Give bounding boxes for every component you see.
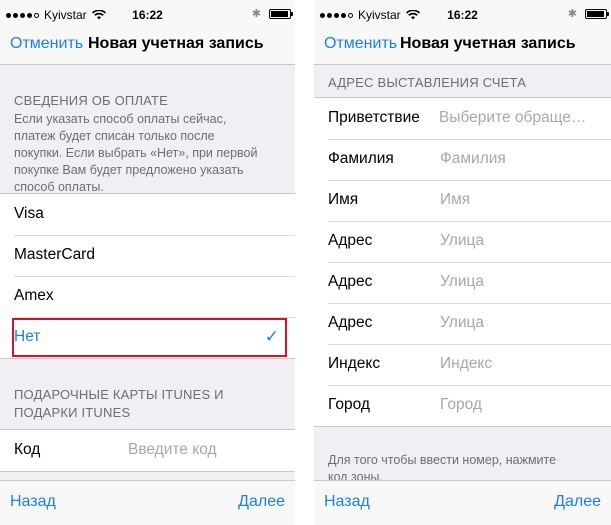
street-input[interactable]: Улица xyxy=(440,273,484,291)
next-button[interactable]: Далее xyxy=(554,493,601,511)
payment-section-header: СВЕДЕНИЯ ОБ ОПЛАТЕ xyxy=(14,93,169,108)
status-right: ✱ xyxy=(251,7,293,20)
navigation-bar: Отменить Новая учетная запись xyxy=(314,26,611,65)
description-line: платеж будет списан только после xyxy=(14,129,215,143)
code-row[interactable]: Код Введите код xyxy=(0,430,295,471)
status-bar: Kyivstar 16:22 ✱ xyxy=(314,0,611,26)
status-time: 16:22 xyxy=(132,8,163,22)
field-city[interactable]: Город Город xyxy=(314,385,611,426)
option-label: Amex xyxy=(14,287,54,304)
cancel-button[interactable]: Отменить xyxy=(324,35,397,53)
code-input[interactable]: Введите код xyxy=(128,441,217,459)
billing-fields-list: Приветствие Выберите обраще… Фамилия Фам… xyxy=(314,97,611,427)
field-label: Адрес xyxy=(328,314,373,331)
field-label: Приветствие xyxy=(328,109,420,126)
bluetooth-icon: ✱ xyxy=(567,8,577,20)
cancel-button[interactable]: Отменить xyxy=(10,35,83,53)
payment-option-visa[interactable]: Visa xyxy=(0,194,295,235)
left-phone-screen: Kyivstar 16:22 ✱ Отменить Новая учетная … xyxy=(0,0,295,525)
field-address-3[interactable]: Адрес Улица xyxy=(314,303,611,344)
battery-icon xyxy=(269,8,293,19)
first-name-input[interactable]: Имя xyxy=(440,191,470,209)
option-label: Нет xyxy=(14,328,41,345)
field-label: Фамилия xyxy=(328,150,394,167)
field-label: Индекс xyxy=(328,355,381,372)
option-label: Visa xyxy=(14,205,44,222)
last-name-input[interactable]: Фамилия xyxy=(440,150,506,168)
back-button[interactable]: Назад xyxy=(10,493,56,511)
description-line: покупки. Если выбрать «Нет», при первой xyxy=(14,146,258,160)
description-line: Если указать способ оплаты сейчас, xyxy=(14,112,227,126)
bluetooth-icon: ✱ xyxy=(251,8,261,20)
field-first-name[interactable]: Имя Имя xyxy=(314,180,611,221)
gift-section-header: ПОДАРОЧНЫЕ КАРТЫ ITUNES И ПОДАРКИ ITUNES xyxy=(14,386,285,422)
option-label: MasterCard xyxy=(14,246,95,263)
field-label: Город xyxy=(328,396,370,413)
bottom-toolbar: Назад Далее xyxy=(0,480,295,525)
status-bar: Kyivstar 16:22 ✱ xyxy=(0,0,295,26)
page-title: Новая учетная запись xyxy=(400,35,576,52)
status-right: ✱ xyxy=(567,7,609,20)
page-title: Новая учетная запись xyxy=(88,35,264,52)
hint-line: Для того чтобы ввести номер, нажмите xyxy=(328,453,557,467)
gift-code-group: Код Введите код xyxy=(0,429,295,472)
street-input[interactable]: Улица xyxy=(440,232,484,250)
field-address-2[interactable]: Адрес Улица xyxy=(314,262,611,303)
payment-options-list: Visa MasterCard Amex Нет ✓ xyxy=(0,193,295,359)
payment-option-mastercard[interactable]: MasterCard xyxy=(0,235,295,276)
highlight-box xyxy=(12,318,287,357)
field-salutation[interactable]: Приветствие Выберите обраще… xyxy=(314,98,611,139)
code-label: Код xyxy=(14,441,41,458)
next-button[interactable]: Далее xyxy=(238,493,285,511)
payment-option-amex[interactable]: Amex xyxy=(0,276,295,317)
right-phone-screen: Kyivstar 16:22 ✱ Отменить Новая учетная … xyxy=(314,0,611,525)
field-label: Адрес xyxy=(328,232,373,249)
back-button[interactable]: Назад xyxy=(324,493,370,511)
bottom-toolbar: Назад Далее xyxy=(314,480,611,525)
status-time: 16:22 xyxy=(447,8,478,22)
postal-code-input[interactable]: Индекс xyxy=(440,355,492,373)
field-last-name[interactable]: Фамилия Фамилия xyxy=(314,139,611,180)
checkmark-icon: ✓ xyxy=(264,327,279,346)
payment-option-none[interactable]: Нет ✓ xyxy=(0,317,295,358)
payment-section-description: Если указать способ оплаты сейчас, плате… xyxy=(14,111,287,196)
field-address-1[interactable]: Адрес Улица xyxy=(314,221,611,262)
description-line: покупке Вам будет предложено указать xyxy=(14,163,244,177)
field-label: Адрес xyxy=(328,273,373,290)
navigation-bar: Отменить Новая учетная запись xyxy=(0,26,295,65)
field-postal-code[interactable]: Индекс Индекс xyxy=(314,344,611,385)
header-line: ПОДАРКИ ITUNES xyxy=(14,405,131,420)
city-input[interactable]: Город xyxy=(440,396,482,414)
billing-section-header: АДРЕС ВЫСТАВЛЕНИЯ СЧЕТА xyxy=(328,75,527,90)
street-input[interactable]: Улица xyxy=(440,314,484,332)
battery-icon xyxy=(585,8,609,19)
salutation-picker[interactable]: Выберите обраще… xyxy=(439,109,586,127)
header-line: ПОДАРОЧНЫЕ КАРТЫ ITUNES И xyxy=(14,387,224,402)
field-label: Имя xyxy=(328,191,359,208)
